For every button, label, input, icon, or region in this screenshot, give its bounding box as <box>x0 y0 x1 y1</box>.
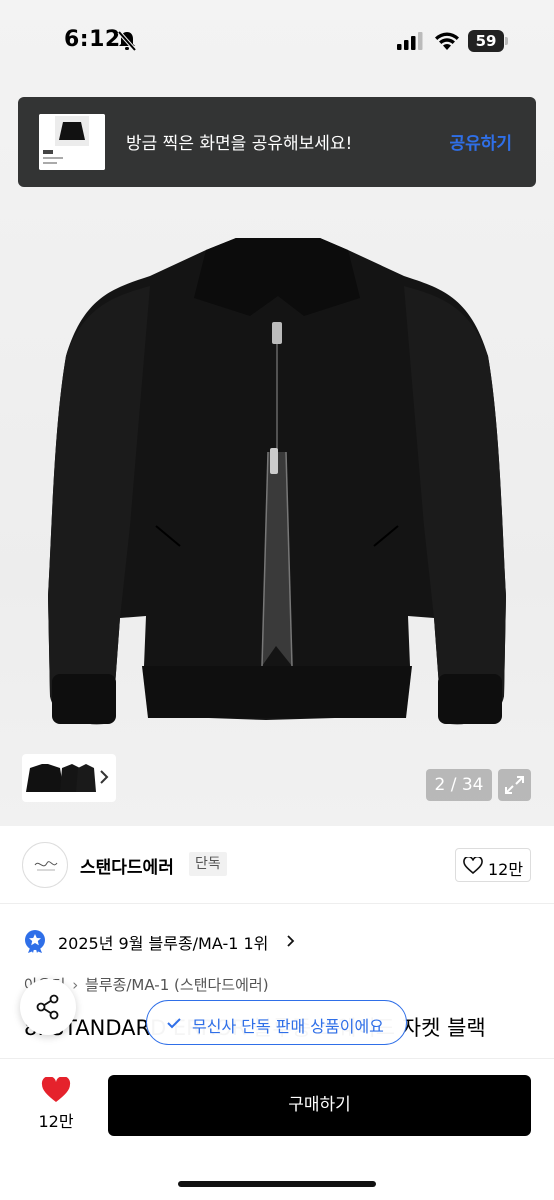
chevron-right-icon <box>287 935 295 947</box>
like-count: 12만 <box>38 1112 74 1131</box>
image-counter: 2 / 34 <box>426 769 492 801</box>
battery-indicator: 59 <box>468 30 508 52</box>
battery-level: 59 <box>468 30 504 52</box>
toast-message: 방금 찍은 화면을 공유해보세요! <box>126 134 353 154</box>
product-gallery[interactable]: 6:12 59 방금 찍은 화면을 공유해보세요! 공유하기 2 / 34 <box>0 0 554 826</box>
heart-filled-icon <box>41 1077 71 1102</box>
ranking-badge-icon <box>25 930 45 953</box>
share-floating-button[interactable] <box>20 979 76 1035</box>
status-bar: 6:12 59 <box>0 0 554 86</box>
thumbnail-images[interactable] <box>22 754 102 802</box>
fullscreen-button[interactable] <box>498 769 531 801</box>
wifi-icon <box>435 32 459 50</box>
brand-row[interactable]: 스탠다드에러 단독 12만 <box>0 826 554 904</box>
status-time: 6:12 <box>64 27 121 52</box>
exclusive-sale-pill: 무신사 단독 판매 상품이에요 <box>146 1000 407 1045</box>
share-screenshot-toast[interactable]: 방금 찍은 화면을 공유해보세요! 공유하기 <box>18 97 536 187</box>
chevron-right-icon <box>100 770 109 784</box>
breadcrumb-brand[interactable]: (스탠다드에러) <box>174 976 269 994</box>
ranking-text: 2025년 9월 블루종/MA-1 1위 <box>58 934 269 953</box>
battery-tip <box>505 37 508 45</box>
brand-like-button[interactable]: 12만 <box>455 848 531 882</box>
bottom-action-bar: 12만 구매하기 <box>0 1058 554 1200</box>
share-button[interactable]: 공유하기 <box>449 129 512 154</box>
exclusive-badge: 단독 <box>189 852 227 876</box>
heart-outline-icon <box>463 857 483 875</box>
like-button[interactable]: 12만 <box>26 1075 86 1135</box>
share-icon <box>36 994 59 1020</box>
check-icon <box>167 1018 181 1029</box>
exclusive-sale-label: 무신사 단독 판매 상품이에요 <box>192 1017 384 1036</box>
breadcrumb-separator: › <box>72 976 79 994</box>
bell-off-icon <box>117 30 137 52</box>
brand-like-count: 12만 <box>488 860 524 879</box>
expand-icon <box>505 776 524 794</box>
cellular-signal-icon <box>397 32 423 50</box>
screenshot-thumbnail[interactable] <box>39 114 105 170</box>
product-image-jacket[interactable] <box>30 226 524 746</box>
buy-button[interactable]: 구매하기 <box>108 1075 531 1136</box>
thumbnail-strip[interactable] <box>22 754 116 802</box>
brand-logo[interactable] <box>22 842 68 888</box>
breadcrumb-category[interactable]: 블루종/MA-1 <box>85 976 169 994</box>
brand-name[interactable]: 스탠다드에러 <box>80 853 174 878</box>
home-indicator <box>178 1181 376 1187</box>
